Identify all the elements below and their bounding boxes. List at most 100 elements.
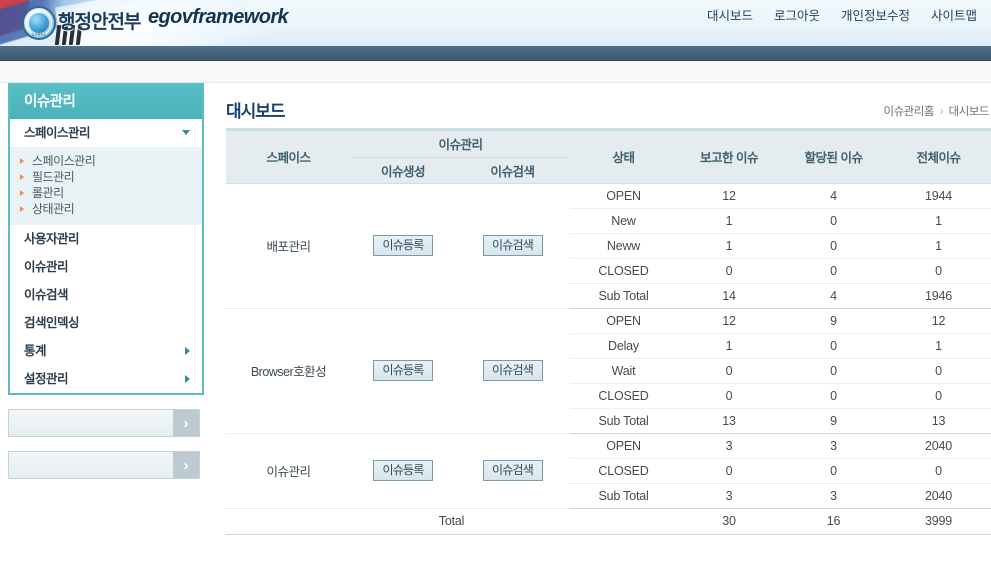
sidebar-item-label: 통계 [24, 343, 47, 358]
chevron-right-icon[interactable]: › [173, 410, 199, 436]
sidebar-item-issue-management[interactable]: 이슈관리 [10, 253, 202, 281]
status-label: New [570, 208, 677, 234]
col-issue-create: 이슈생성 [351, 157, 455, 184]
reported-value: 0 [677, 458, 781, 484]
sidebar-item-statistics[interactable]: 통계 [10, 337, 202, 365]
col-issue-management: 이슈관리 [351, 131, 570, 158]
top-nav-sitemap[interactable]: 사이트맵 [931, 5, 977, 24]
issue-search-button[interactable]: 이슈검색 [482, 235, 543, 256]
status-label: OPEN [570, 183, 677, 209]
issue-search-button[interactable]: 이슈검색 [482, 360, 543, 381]
sidebar-item-search-indexing[interactable]: 검색인덱싱 [10, 309, 202, 337]
sidebar-subitem-status-management[interactable]: 상태관리 [10, 201, 202, 217]
breadcrumb-separator-icon: › [939, 106, 944, 118]
sidebar-item-label: 설정관리 [24, 371, 69, 386]
bullet-arrow-icon [20, 206, 24, 212]
global-nav-bar [0, 46, 991, 61]
reported-value: 0 [677, 258, 781, 284]
breadcrumb-home[interactable]: 이슈관리홈 [884, 106, 935, 118]
total-total-value: 3999 [886, 508, 991, 535]
chevron-right-icon [185, 346, 190, 355]
issue-register-button[interactable]: 이슈등록 [373, 360, 433, 381]
total-value: 1 [886, 333, 991, 359]
issue-register-button[interactable]: 이슈등록 [373, 460, 433, 481]
total-value: 12 [886, 308, 991, 334]
sidebar-item-settings-management[interactable]: 설정관리 [10, 365, 202, 393]
issue-create-cell: 이슈등록 [351, 183, 455, 309]
sidebar-item-label: 검색인덱싱 [24, 315, 80, 330]
sidebar-subitem-label: 필드관리 [32, 170, 75, 184]
total-value: 0 [886, 358, 991, 384]
assigned-value: 0 [781, 383, 886, 409]
status-label: OPEN [570, 308, 677, 334]
total-value: 13 [886, 408, 991, 434]
status-label: Delay [570, 333, 677, 359]
table-body: 배포관리 이슈등록 이슈검색 OPEN 12 4 1944 New 1 0 1 … [226, 183, 991, 535]
issue-search-button[interactable]: 이슈검색 [482, 460, 543, 481]
top-nav-edit-profile[interactable]: 개인정보수정 [841, 5, 910, 24]
col-status: 상태 [570, 131, 677, 184]
sidebar-item-label: 사용자관리 [24, 231, 80, 246]
total-value: 1 [886, 208, 991, 234]
col-assigned-issues: 할당된 이슈 [781, 131, 886, 184]
sidebar-item-user-management[interactable]: 사용자관리 [10, 225, 202, 253]
sidebar-item-label: 스페이스관리 [24, 125, 91, 140]
chevron-down-icon [182, 130, 190, 135]
top-navigation: 대시보드 로그아웃 개인정보수정 사이트맵 [707, 5, 977, 24]
page-layout: 이슈관리 스페이스관리 스페이스관리 필드관리 롤관리 상태관리 사용자관리 이… [0, 83, 991, 535]
assigned-value: 3 [781, 433, 886, 459]
status-label: Sub Total [570, 283, 677, 309]
status-label: OPEN [570, 433, 677, 459]
sidebar-subitem-field-management[interactable]: 필드관리 [10, 169, 202, 185]
sidebar-item-issue-search[interactable]: 이슈검색 [10, 281, 202, 309]
space-label: 배포관리 [226, 183, 351, 309]
issue-search-cell: 이슈검색 [455, 183, 570, 309]
logo-ministry-name[interactable]: 행정안전부 [58, 7, 141, 34]
total-value: 2040 [886, 483, 991, 509]
status-label: Wait [570, 358, 677, 384]
sidebar-subitem-role-management[interactable]: 롤관리 [10, 185, 202, 201]
reported-value: 12 [677, 183, 781, 209]
sidebar-item-space-management[interactable]: 스페이스관리 [10, 119, 202, 147]
total-assigned-value: 16 [781, 508, 886, 535]
content-header: 대시보드 이슈관리홈 › 대시보드 [226, 83, 991, 128]
reported-value: 12 [677, 308, 781, 334]
emblem-caption: KOREA [31, 33, 47, 37]
total-value: 0 [886, 383, 991, 409]
government-emblem-icon: KOREA [22, 6, 56, 40]
assigned-value: 9 [781, 408, 886, 434]
assigned-value: 9 [781, 308, 886, 334]
bullet-arrow-icon [20, 174, 24, 180]
bullet-arrow-icon [20, 158, 24, 164]
dashboard-table: 스페이스 이슈관리 상태 보고한 이슈 할당된 이슈 전체이슈 이슈생성 이슈검… [226, 131, 991, 535]
status-label: Neww [570, 233, 677, 259]
issue-create-cell: 이슈등록 [351, 308, 455, 434]
logo-egovframework[interactable]: egovframework [148, 6, 289, 29]
issue-search-cell: 이슈검색 [455, 308, 570, 434]
issue-register-button[interactable]: 이슈등록 [373, 235, 433, 256]
status-label: CLOSED [570, 458, 677, 484]
assigned-value: 0 [781, 458, 886, 484]
top-nav-dashboard[interactable]: 대시보드 [707, 5, 753, 24]
reported-value: 14 [677, 283, 781, 309]
issue-search-cell: 이슈검색 [455, 433, 570, 509]
site-header: KOREA 행정안전부 egovframework 대시보드 로그아웃 개인정보… [0, 0, 991, 46]
assigned-value: 4 [781, 283, 886, 309]
reported-value: 1 [677, 233, 781, 259]
col-total-issues: 전체이슈 [886, 131, 991, 184]
status-label: CLOSED [570, 258, 677, 284]
table-row: 이슈관리 이슈등록 이슈검색 OPEN 3 3 2040 [226, 433, 991, 509]
sidebar-item-label: 이슈관리 [24, 259, 69, 274]
chevron-right-icon[interactable]: › [173, 452, 199, 478]
col-issue-search: 이슈검색 [455, 157, 570, 184]
col-space: 스페이스 [226, 131, 351, 184]
top-nav-logout[interactable]: 로그아웃 [774, 5, 820, 24]
total-value: 1946 [886, 283, 991, 309]
sidebar-subitem-space-management[interactable]: 스페이스관리 [10, 153, 202, 169]
sidebar-banner-2[interactable]: › [8, 451, 200, 479]
table-head: 스페이스 이슈관리 상태 보고한 이슈 할당된 이슈 전체이슈 이슈생성 이슈검… [226, 131, 991, 184]
sidebar-banner-1[interactable]: › [8, 409, 200, 437]
space-label: Browser호환성 [226, 308, 351, 434]
reported-value: 1 [677, 333, 781, 359]
bullet-arrow-icon [20, 190, 24, 196]
